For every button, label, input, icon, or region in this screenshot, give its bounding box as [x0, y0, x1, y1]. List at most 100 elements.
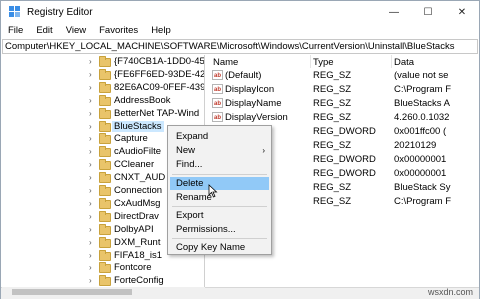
value-type: REG_SZ — [313, 84, 352, 95]
column-header-type[interactable]: Type — [313, 57, 334, 68]
context-menu-copy-key-name[interactable]: Copy Key Name — [170, 241, 269, 254]
tree-item[interactable]: › {F740CB1A-1DD0-45 — [2, 56, 204, 69]
value-type: REG_SZ — [313, 182, 352, 193]
registry-editor-icon — [9, 6, 20, 17]
tree-item-label: DXM_Runt — [114, 236, 161, 248]
expand-arrow-icon[interactable]: › — [89, 238, 92, 247]
value-row[interactable]: ab (Default) REG_SZ (value not se — [207, 69, 479, 83]
menu-view[interactable]: View — [59, 23, 92, 39]
menu-favorites[interactable]: Favorites — [92, 23, 144, 39]
expand-arrow-icon[interactable]: › — [89, 251, 92, 260]
value-data: 4.260.0.1032 — [394, 112, 450, 123]
expand-arrow-icon[interactable]: › — [89, 225, 92, 234]
tree-item[interactable]: › 82E6AC09-0FEF-4390 — [2, 81, 205, 95]
menu-help[interactable]: Help — [144, 23, 177, 39]
value-row[interactable]: ab DisplayName REG_SZ BlueStacks A — [207, 97, 479, 111]
value-data: 0x00000001 — [394, 168, 447, 179]
mouse-cursor-icon — [208, 184, 218, 198]
expand-arrow-icon[interactable]: › — [89, 134, 92, 143]
expand-arrow-icon[interactable]: › — [89, 70, 92, 79]
menu-file[interactable]: File — [1, 23, 29, 39]
value-row[interactable]: ab DisplayIcon REG_SZ C:\Program F — [207, 83, 479, 97]
tree-item-label: CNXT_AUD — [114, 172, 166, 184]
expand-arrow-icon[interactable]: › — [89, 83, 92, 92]
expand-arrow-icon[interactable]: › — [89, 147, 92, 156]
context-menu: Expand New › Find... Delete Rename Expor… — [167, 125, 272, 255]
maximize-button[interactable]: ☐ — [411, 1, 445, 23]
folder-icon — [99, 81, 111, 93]
expand-arrow-icon[interactable]: › — [89, 186, 92, 195]
title-bar: Registry Editor — ☐ ✕ — [1, 1, 479, 23]
tree-item-label: DolbyAPI — [114, 223, 154, 235]
scrollbar-thumb[interactable] — [12, 289, 132, 295]
menu-separator — [172, 206, 267, 207]
folder-icon — [99, 107, 111, 119]
folder-icon — [99, 223, 111, 235]
expand-arrow-icon[interactable]: › — [89, 276, 92, 285]
tree-item-label: BlueStacks — [112, 120, 164, 132]
string-value-icon: ab — [212, 112, 223, 122]
tree-item-label: Connection — [114, 185, 163, 196]
expand-arrow-icon[interactable]: › — [89, 263, 92, 272]
column-divider[interactable] — [310, 55, 311, 68]
column-divider[interactable] — [391, 55, 392, 68]
value-name: DisplayVersion — [225, 112, 288, 123]
value-data: BlueStack Sy — [394, 182, 451, 193]
value-data: 20210129 — [394, 140, 437, 151]
registry-editor-window: Registry Editor — ☐ ✕ File Edit View Fav… — [0, 0, 480, 299]
menu-edit[interactable]: Edit — [29, 23, 58, 39]
tree-item[interactable]: › ForteConfig — [2, 275, 204, 287]
context-menu-permissions[interactable]: Permissions... — [170, 223, 269, 236]
expand-arrow-icon[interactable]: › — [89, 173, 92, 182]
address-bar[interactable]: Computer\HKEY_LOCAL_MACHINE\SOFTWARE\Mic… — [2, 39, 478, 54]
value-row[interactable]: ab DisplayVersion REG_SZ 4.260.0.1032 — [207, 111, 479, 125]
tree-item[interactable]: › {FE6FF6ED-93DE-42 — [2, 68, 205, 82]
tree-item-label: ForteConfig — [114, 275, 164, 287]
tree-item[interactable]: › AddressBook — [2, 94, 204, 108]
expand-arrow-icon[interactable]: › — [89, 122, 92, 131]
tree-item[interactable]: › BetterNet TAP-Wind — [2, 107, 204, 121]
window-title: Registry Editor — [27, 7, 93, 18]
folder-icon — [99, 275, 111, 287]
string-value-icon: ab — [212, 98, 223, 108]
menu-separator — [172, 174, 267, 175]
folder-icon — [99, 262, 111, 274]
tree-horizontal-scrollbar[interactable] — [2, 287, 205, 297]
folder-icon — [99, 185, 111, 196]
context-menu-delete[interactable]: Delete — [170, 177, 269, 190]
expand-arrow-icon[interactable]: › — [89, 199, 92, 208]
string-value-icon: ab — [212, 84, 223, 94]
tree-item-label: 82E6AC09-0FEF-4390 — [114, 81, 205, 93]
context-menu-rename[interactable]: Rename — [170, 191, 269, 204]
tree-item-label: Fontcore — [114, 262, 152, 274]
tree-item-label: Capture — [114, 133, 148, 145]
tree-item-label: CxAudMsg — [114, 197, 161, 209]
folder-icon — [99, 56, 111, 67]
tree-item-label: CCleaner — [114, 159, 155, 171]
expand-arrow-icon[interactable]: › — [89, 160, 92, 169]
folder-icon — [99, 146, 111, 158]
value-type: REG_SZ — [313, 70, 352, 81]
value-data: C:\Program F — [394, 196, 452, 207]
expand-arrow-icon[interactable]: › — [89, 57, 92, 66]
context-menu-expand[interactable]: Expand — [170, 130, 269, 143]
value-name: DisplayIcon — [225, 84, 275, 95]
context-menu-new[interactable]: New › — [170, 144, 269, 157]
tree-item-label: DirectDrav — [114, 210, 159, 222]
expand-arrow-icon[interactable]: › — [89, 109, 92, 118]
context-menu-find[interactable]: Find... — [170, 158, 269, 171]
value-data: BlueStacks A — [394, 98, 450, 109]
minimize-button[interactable]: — — [377, 1, 411, 23]
context-menu-new-label: New — [176, 145, 196, 156]
tree-item-label: BetterNet TAP-Wind — [114, 107, 200, 119]
tree-item[interactable]: › Fontcore — [2, 262, 204, 275]
close-button[interactable]: ✕ — [445, 1, 479, 23]
column-header-data[interactable]: Data — [394, 57, 414, 68]
value-name: (Default) — [225, 70, 262, 81]
column-header-name[interactable]: Name — [213, 57, 238, 68]
expand-arrow-icon[interactable]: › — [89, 212, 92, 221]
expand-arrow-icon[interactable]: › — [89, 96, 92, 105]
context-menu-export[interactable]: Export — [170, 209, 269, 222]
tree-item-label: {FE6FF6ED-93DE-42 — [114, 68, 205, 80]
folder-icon — [99, 172, 111, 184]
